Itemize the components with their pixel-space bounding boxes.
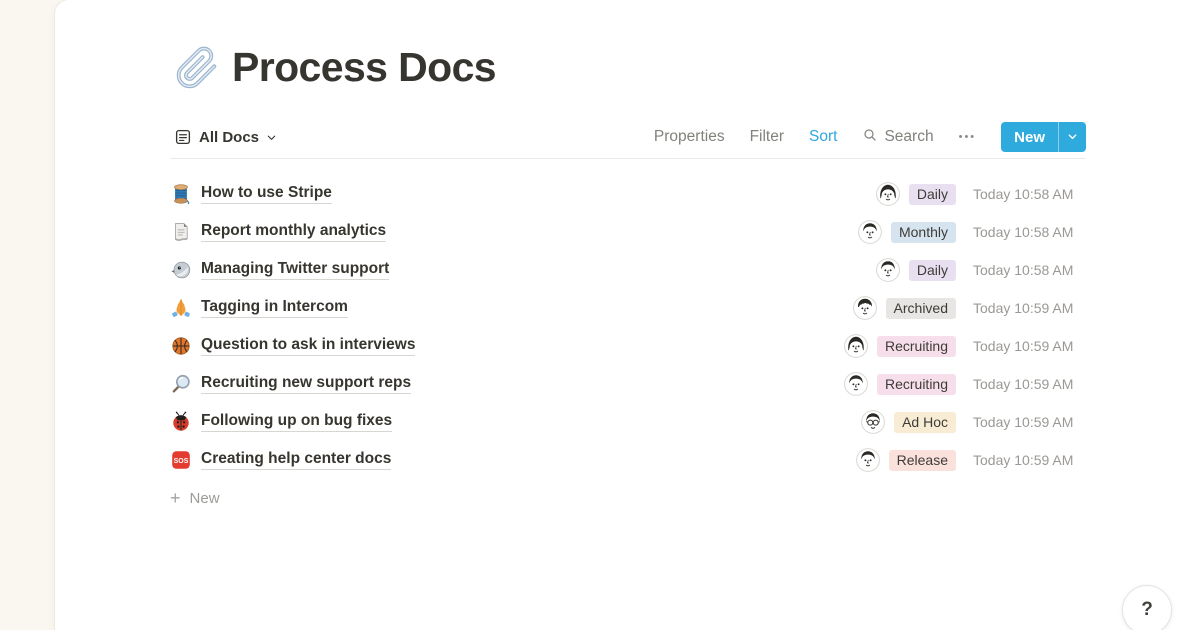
avatar-man: [858, 220, 882, 244]
avatar-man-curly: [853, 296, 877, 320]
page-icon: [170, 221, 192, 243]
doc-title-link[interactable]: Question to ask in interviews: [201, 336, 415, 356]
new-button[interactable]: New: [1001, 122, 1058, 152]
view-label: All Docs: [199, 129, 259, 146]
paperclip-icon[interactable]: [175, 46, 219, 90]
table-row[interactable]: Managing Twitter support Daily Today 10:…: [170, 251, 1086, 289]
bird-icon: [170, 259, 192, 281]
last-edited-time: Today 10:59 AM: [973, 338, 1086, 354]
table-row[interactable]: Question to ask in interviews Recruiting…: [170, 327, 1086, 365]
avatar-man: [844, 372, 868, 396]
search-button[interactable]: Search: [862, 125, 933, 150]
view-switcher-all-docs[interactable]: All Docs: [170, 124, 281, 150]
last-edited-time: Today 10:59 AM: [973, 414, 1086, 430]
avatar-man: [876, 258, 900, 282]
last-edited-time: Today 10:59 AM: [973, 376, 1086, 392]
sort-button[interactable]: Sort: [809, 126, 837, 148]
last-edited-time: Today 10:58 AM: [973, 224, 1086, 240]
doc-title-link[interactable]: Recruiting new support reps: [201, 374, 411, 394]
status-tag: Archived: [886, 298, 956, 319]
avatar-man-glasses: [861, 410, 885, 434]
search-icon: [862, 127, 878, 148]
last-edited-time: Today 10:58 AM: [973, 186, 1086, 202]
avatar-woman: [844, 334, 868, 358]
status-tag: Monthly: [891, 222, 956, 243]
ladybug-icon: [170, 411, 192, 433]
folded-hands-icon: [170, 297, 192, 319]
main-card: Process Docs All Docs Properties Filter …: [55, 0, 1200, 630]
avatar-man: [856, 448, 880, 472]
table-row[interactable]: Following up on bug fixes Ad Hoc Today 1…: [170, 403, 1086, 441]
basketball-icon: [170, 335, 192, 357]
magnifier-icon: [170, 373, 192, 395]
add-new-row-button[interactable]: + New: [170, 479, 1086, 517]
list-view-icon: [174, 128, 192, 146]
status-tag: Daily: [909, 260, 956, 281]
status-tag: Daily: [909, 184, 956, 205]
doc-title-link[interactable]: How to use Stripe: [201, 184, 332, 204]
chevron-down-icon: [266, 132, 277, 143]
toolbar-actions: Properties Filter Sort Search ••• New: [654, 122, 1086, 152]
new-dropdown-button[interactable]: [1058, 122, 1086, 152]
table-row[interactable]: Tagging in Intercom Archived Today 10:59…: [170, 289, 1086, 327]
properties-button[interactable]: Properties: [654, 126, 725, 148]
last-edited-time: Today 10:59 AM: [973, 452, 1086, 468]
table-row[interactable]: How to use Stripe Daily Today 10:58 AM: [170, 175, 1086, 213]
doc-title-link[interactable]: Creating help center docs: [201, 450, 391, 470]
new-row-label: New: [190, 490, 220, 507]
doc-title-link[interactable]: Managing Twitter support: [201, 260, 389, 280]
chevron-down-icon: [1067, 130, 1078, 145]
status-tag: Recruiting: [877, 336, 956, 357]
toolbar: All Docs Properties Filter Sort Search •…: [170, 120, 1086, 154]
doc-title-link[interactable]: Report monthly analytics: [201, 222, 386, 242]
search-label: Search: [884, 128, 933, 146]
doc-title-link[interactable]: Tagging in Intercom: [201, 298, 348, 318]
table-row[interactable]: Report monthly analytics Monthly Today 1…: [170, 213, 1086, 251]
toolbar-divider: [170, 158, 1086, 159]
table-row[interactable]: Creating help center docs Release Today …: [170, 441, 1086, 479]
status-tag: Recruiting: [877, 374, 956, 395]
page-title: Process Docs: [232, 44, 496, 91]
thread-icon: [170, 183, 192, 205]
sos-icon: [170, 449, 192, 471]
doc-list: How to use Stripe Daily Today 10:58 AM R…: [170, 161, 1086, 517]
filter-button[interactable]: Filter: [750, 126, 784, 148]
avatar-woman: [876, 182, 900, 206]
page-header: Process Docs: [175, 44, 496, 91]
status-tag: Ad Hoc: [894, 412, 956, 433]
status-tag: Release: [889, 450, 956, 471]
table-row[interactable]: Recruiting new support reps Recruiting T…: [170, 365, 1086, 403]
more-options-button[interactable]: •••: [959, 129, 977, 145]
plus-icon: +: [170, 489, 181, 507]
help-button[interactable]: ?: [1122, 585, 1172, 630]
last-edited-time: Today 10:58 AM: [973, 262, 1086, 278]
doc-title-link[interactable]: Following up on bug fixes: [201, 412, 392, 432]
last-edited-time: Today 10:59 AM: [973, 300, 1086, 316]
new-button-group: New: [1001, 122, 1086, 152]
